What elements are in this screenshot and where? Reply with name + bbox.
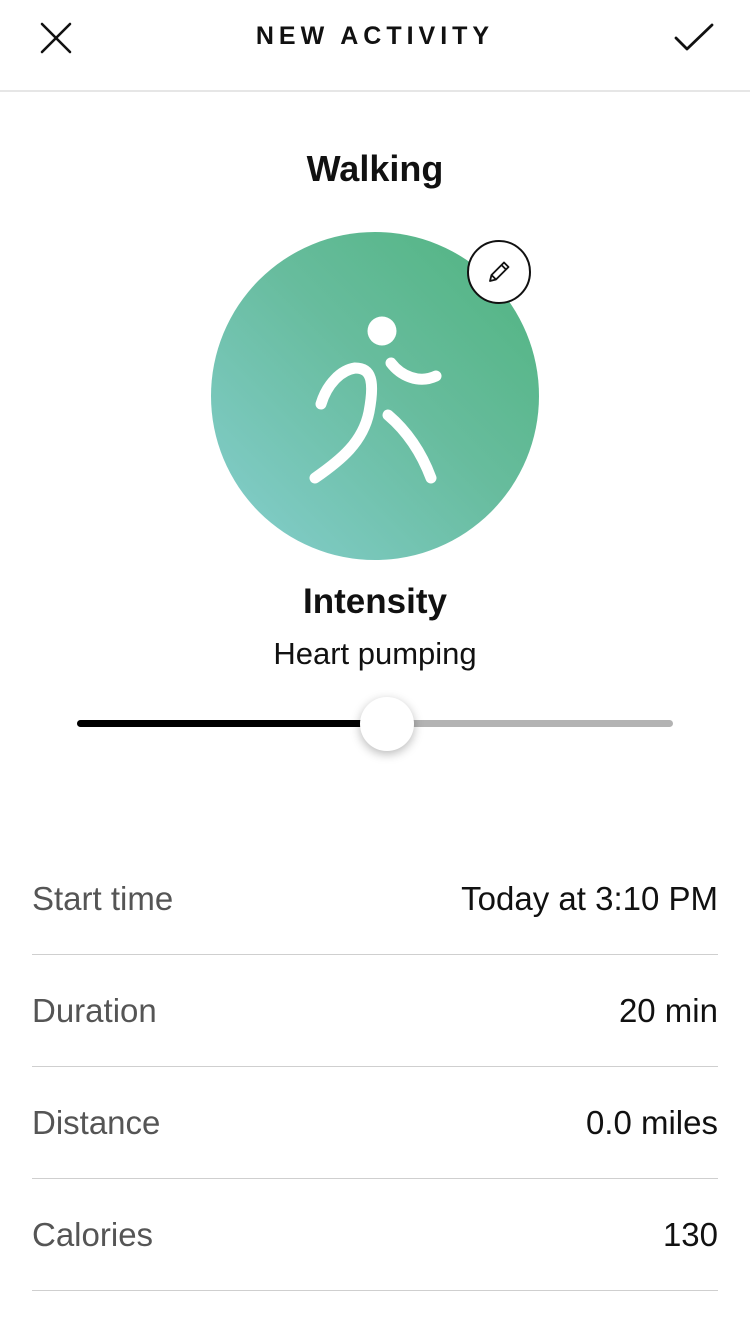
start-time-label: Start time	[32, 879, 174, 917]
duration-value: 20 min	[618, 991, 718, 1029]
distance-value: 0.0 miles	[585, 1103, 718, 1141]
checkmark-icon	[674, 23, 714, 51]
intensity-slider[interactable]	[77, 697, 673, 751]
top-bar: NEW ACTIVITY	[0, 0, 750, 92]
distance-label: Distance	[32, 1103, 161, 1141]
calories-label: Calories	[32, 1215, 154, 1253]
intensity-label: Intensity	[303, 582, 447, 621]
activity-details-list: Start time Today at 3:10 PM Duration 20 …	[32, 843, 718, 1291]
slider-fill	[77, 720, 387, 727]
duration-row[interactable]: Duration 20 min	[32, 955, 718, 1067]
duration-label: Duration	[32, 991, 157, 1029]
new-activity-screen: NEW ACTIVITY Walking Intensity Heart pum…	[0, 0, 750, 1327]
save-button[interactable]	[666, 12, 722, 64]
distance-row[interactable]: Distance 0.0 miles	[32, 1067, 718, 1179]
start-time-row[interactable]: Start time Today at 3:10 PM	[32, 843, 718, 955]
slider-thumb[interactable]	[359, 697, 414, 751]
calories-row[interactable]: Calories 130	[32, 1179, 718, 1291]
intensity-value: Heart pumping	[273, 636, 477, 671]
pencil-icon	[489, 261, 510, 282]
page-title: NEW ACTIVITY	[255, 22, 495, 50]
activity-name: Walking	[306, 148, 444, 189]
calories-value: 130	[662, 1215, 718, 1253]
start-time-value: Today at 3:10 PM	[461, 879, 718, 917]
edit-activity-button[interactable]	[467, 240, 531, 304]
